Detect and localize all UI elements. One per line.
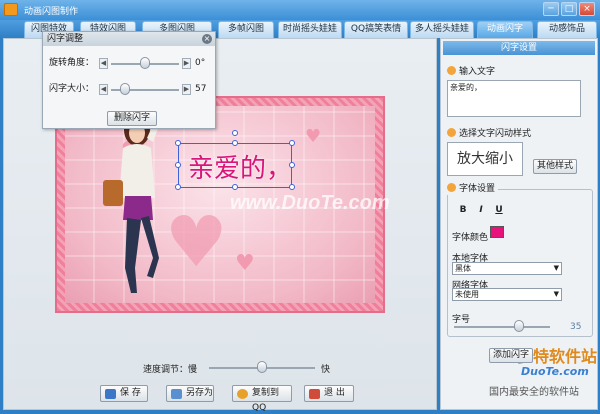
copy-to-qq-button[interactable]: 复制到QQ: [232, 385, 292, 413]
close-button[interactable]: ×: [579, 2, 595, 16]
maximize-button[interactable]: □: [561, 2, 577, 16]
girl-photo: [103, 114, 161, 293]
resize-handle[interactable]: [175, 140, 181, 146]
speed-slow-label: 速度调节：慢: [143, 365, 198, 375]
save-icon: [105, 389, 116, 399]
save-button[interactable]: 保 存: [100, 385, 148, 402]
web-font-value: 未使用: [455, 290, 479, 299]
save-as-button[interactable]: 另存为: [166, 385, 214, 402]
style-title-text: 选择文字闪动样式: [459, 129, 532, 139]
font-color-label: 字体颜色: [452, 233, 489, 243]
title-bar: 动画闪图制作 ─ □ ×: [0, 0, 600, 20]
style-section-title: 选择文字闪动样式: [447, 128, 531, 140]
font-color-swatch[interactable]: [490, 226, 504, 238]
qq-icon: [237, 389, 248, 399]
resize-handle[interactable]: [289, 140, 295, 146]
bold-button[interactable]: B: [456, 204, 470, 217]
other-style-button[interactable]: 其他样式: [533, 159, 577, 174]
heart-decoration: ♥: [165, 201, 228, 283]
save-as-icon: [171, 389, 182, 399]
font-section-title: 字体设置: [447, 183, 499, 195]
resize-handle[interactable]: [175, 184, 181, 190]
input-section-title: 输入文字: [447, 66, 495, 78]
font-settings-group: B I U 字体颜色 本地字体 黑体 ▼ 网络字体 未使用 ▼ 字号 35: [447, 189, 593, 337]
rotate-decrease-button[interactable]: ◀: [99, 58, 108, 69]
save-as-button-label: 另存为: [186, 388, 214, 398]
heart-decoration: ♥: [235, 251, 255, 276]
speed-thumb[interactable]: [257, 361, 267, 373]
add-text-button[interactable]: 添加闪字: [489, 348, 533, 363]
popup-close-icon[interactable]: ×: [202, 34, 212, 44]
rotate-label: 旋转角度：: [49, 58, 95, 68]
watermark-slogan: 国内最安全的软件站: [489, 387, 579, 398]
font-size-value: 35: [570, 322, 582, 332]
heart-decoration: ♥: [305, 126, 322, 147]
save-button-label: 保 存: [120, 388, 141, 398]
exit-button[interactable]: 退 出: [304, 385, 354, 402]
input-title-text: 输入文字: [459, 67, 496, 77]
popup-title: 闪字调整: [43, 32, 215, 46]
panel-header: 闪字设置: [443, 41, 595, 55]
speed-fast-label: 快: [321, 365, 331, 375]
exit-button-label: 退 出: [324, 388, 345, 398]
tab-qq-emoji[interactable]: QQ搞笑表情: [344, 21, 408, 38]
tab-multi-frame[interactable]: 多帧闪图: [218, 21, 274, 38]
text-adjust-popup: 闪字调整 × 旋转角度： ◀ ▶ 0° 闪字大小： ◀ ▶ 57 删除闪字: [42, 31, 216, 129]
chevron-down-icon: ▼: [553, 290, 559, 298]
font-size-track[interactable]: [454, 326, 550, 328]
italic-button[interactable]: I: [474, 204, 488, 217]
rotate-thumb[interactable]: [140, 57, 150, 69]
rotate-handle[interactable]: [232, 130, 238, 136]
watermark-url: DuoTe.com: [521, 365, 589, 378]
rotate-slider-row: 旋转角度： ◀ ▶ 0°: [49, 56, 209, 70]
bullet-icon: [447, 66, 456, 75]
app-icon: [4, 3, 18, 16]
resize-handle[interactable]: [175, 162, 181, 168]
font-size-label: 字号: [452, 315, 471, 325]
rotate-increase-button[interactable]: ▶: [182, 58, 191, 69]
size-slider-row: 闪字大小： ◀ ▶ 57: [49, 82, 209, 96]
text-input[interactable]: 亲爱的，: [447, 80, 581, 117]
tab-bobblehead[interactable]: 时尚摇头娃娃: [278, 21, 342, 38]
size-thumb[interactable]: [119, 83, 130, 95]
flash-text[interactable]: 亲爱的，: [188, 148, 292, 185]
bullet-icon: [447, 183, 456, 192]
tab-multi-bobblehead[interactable]: 多人摇头娃娃: [410, 21, 474, 38]
text-settings-panel: 闪字设置 输入文字 亲爱的， 选择文字闪动样式 放大缩小 其他样式 字体设置 B…: [440, 38, 598, 410]
font-title-text: 字体设置: [459, 184, 496, 194]
chevron-down-icon: ▼: [553, 264, 559, 272]
size-value: 57: [195, 84, 207, 94]
resize-handle[interactable]: [232, 140, 238, 146]
local-font-value: 黑体: [455, 264, 471, 273]
underline-button[interactable]: U: [492, 204, 506, 217]
window-title: 动画闪图制作: [24, 7, 79, 17]
bullet-icon: [447, 128, 456, 137]
exit-icon: [309, 389, 320, 399]
rotate-value: 0°: [195, 58, 206, 68]
tab-decorations[interactable]: 动感饰品: [537, 21, 597, 38]
web-font-select[interactable]: 未使用 ▼: [452, 288, 562, 301]
speed-control: 速度调节：慢 快: [143, 361, 343, 375]
size-label: 闪字大小：: [49, 84, 95, 94]
watermark: www.DuoTe.com: [230, 192, 390, 214]
style-preview[interactable]: 放大缩小: [447, 142, 523, 176]
tab-animated-text[interactable]: 动画闪字: [477, 21, 533, 38]
local-font-select[interactable]: 黑体 ▼: [452, 262, 562, 275]
minimize-button[interactable]: ─: [543, 2, 559, 16]
size-decrease-button[interactable]: ◀: [99, 84, 108, 95]
font-size-thumb[interactable]: [514, 320, 525, 332]
size-increase-button[interactable]: ▶: [182, 84, 191, 95]
delete-text-button[interactable]: 删除闪字: [107, 111, 157, 126]
